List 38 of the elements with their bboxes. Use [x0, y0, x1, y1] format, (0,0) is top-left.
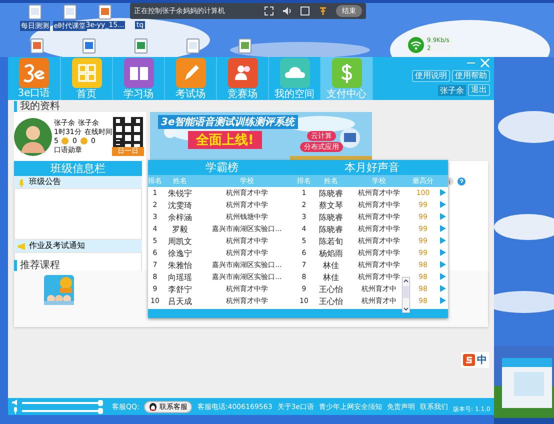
banner-title: 3e智能语音测试训练测评系统 — [158, 115, 298, 129]
help-button[interactable]: 使用帮助 — [452, 70, 490, 82]
nav-tab[interactable]: 竞赛场 — [217, 57, 269, 100]
table-cell-text: 周凯文 — [167, 236, 193, 246]
help-button[interactable]: 使用说明 — [412, 70, 450, 82]
table-cell-text: 陈晓睿 — [318, 212, 344, 222]
panel-header: 班级信息栏 — [14, 161, 142, 176]
section-label: 作业及考试通知 — [29, 240, 85, 252]
table-cell-text: 朱锐宇 — [167, 188, 193, 198]
table-cell-text: 蔡文琴 — [318, 200, 344, 210]
nav-tab[interactable]: 支付中心 — [321, 57, 373, 100]
banner-headline: 全面上线! — [188, 131, 262, 149]
nav-tab[interactable]: 我的空间 — [269, 57, 321, 100]
section-label: 班级公告 — [29, 176, 61, 188]
table-cell-text: 罗毅 — [171, 224, 189, 234]
logout-button[interactable]: 退出 — [468, 84, 490, 96]
table-cell-text: 陈若旬 — [318, 236, 344, 246]
leaderboard-title: 本月好声音 — [296, 160, 448, 175]
app-name: 3e口语 — [18, 88, 50, 99]
leaderboard-title: 学霸榜 — [148, 160, 296, 175]
user-name: 张子余 — [438, 84, 466, 96]
table-cell-text: 朱雅怡 — [167, 260, 193, 270]
table-cell-text: 杨焰雨 — [318, 248, 344, 258]
nav-tab[interactable]: 考试场 — [165, 57, 217, 100]
table-cell-text: 沈雯琦 — [167, 200, 193, 210]
nav-tab[interactable]: 首页 — [61, 57, 113, 100]
table-cell-text: 向瑶瑶 — [167, 272, 193, 282]
table-cell-text: 陈晓睿 — [318, 188, 344, 198]
table-cell-text: 李舒宁 — [167, 284, 193, 294]
nav-tab[interactable]: 学习场 — [113, 57, 165, 100]
table-cell-text: 林佳 — [322, 272, 340, 282]
table-cell-text: 徐逸宁 — [167, 248, 193, 258]
table-cell-text: 林佳 — [322, 260, 340, 270]
table-cell-text: 王心怡 — [318, 296, 344, 306]
table-cell-text: 余梓涵 — [167, 212, 193, 222]
table-cell-text: 陈晓睿 — [318, 224, 344, 234]
table-cell-text: 吕天成 — [167, 296, 193, 306]
table-cell-text: 王心怡 — [318, 284, 344, 294]
